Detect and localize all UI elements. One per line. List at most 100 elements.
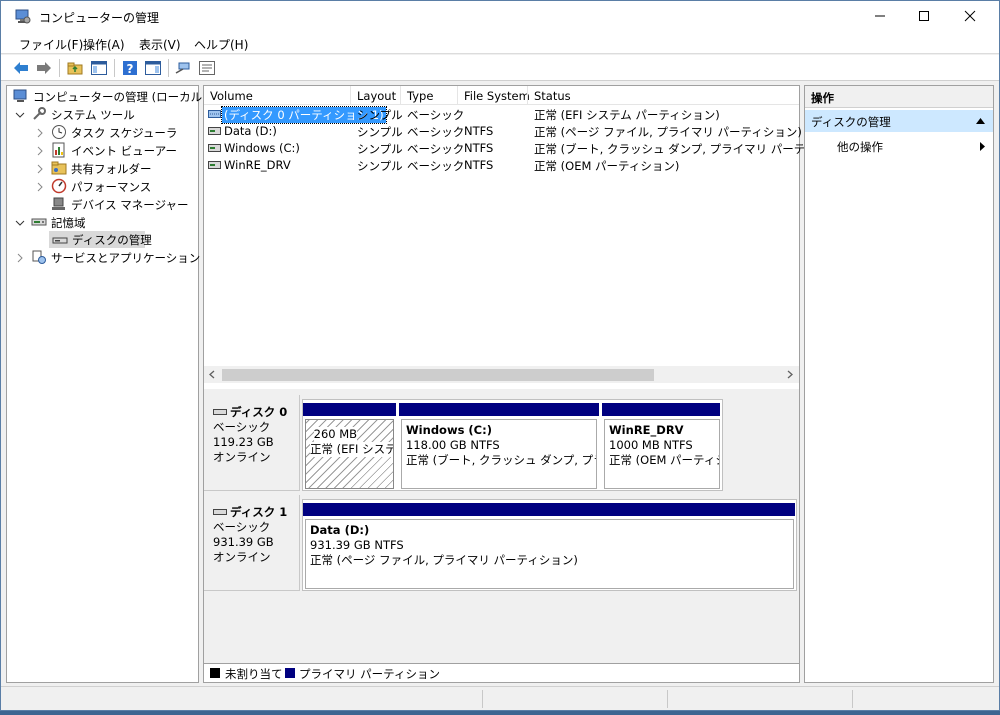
- volume-layout: シンプル: [357, 159, 403, 173]
- collapse-up-icon[interactable]: [976, 118, 985, 124]
- action-more-actions[interactable]: 他の操作: [805, 136, 993, 156]
- connect-button[interactable]: [174, 59, 192, 77]
- forward-button[interactable]: [35, 59, 53, 77]
- scrollbar-thumb[interactable]: [222, 369, 654, 381]
- back-button[interactable]: [12, 59, 30, 77]
- menu-help[interactable]: ヘルプ(H): [194, 36, 248, 53]
- actions-section-label: ディスクの管理: [811, 115, 891, 129]
- computer-management-window: コンピューターの管理 ファイル(F) 操作(A) 表示(V) ヘルプ(H) ? …: [0, 0, 1000, 711]
- chevron-down-icon[interactable]: [15, 218, 25, 228]
- disk-name: ディスク 0: [230, 405, 288, 419]
- disk-size: 931.39 GB: [213, 535, 274, 549]
- show-hide-action-pane-button[interactable]: [144, 59, 162, 77]
- title-bar[interactable]: コンピューターの管理: [1, 1, 999, 32]
- services-apps-icon: [32, 250, 46, 264]
- tree-label-task-scheduler: タスク スケジューラ: [71, 125, 178, 140]
- show-hide-console-tree-button[interactable]: [90, 59, 108, 77]
- tree-item-device-manager[interactable]: デバイス マネージャー: [35, 196, 189, 213]
- volume-icon: [208, 161, 221, 169]
- properties-button[interactable]: [198, 59, 216, 77]
- volume-row[interactable]: Data (D:) シンプル ベーシック NTFS 正常 (ページ ファイル, …: [204, 123, 802, 140]
- help-icon: ?: [123, 61, 137, 76]
- toolbar: ?: [1, 55, 999, 81]
- show-hide-console-tree-icon: [91, 61, 107, 75]
- tree-item-disk-management[interactable]: ディスクの管理: [49, 231, 152, 248]
- partition-efi[interactable]: 260 MB 正常 (EFI システム パーティション): [305, 419, 394, 489]
- column-header-status[interactable]: Status: [534, 89, 571, 103]
- volume-icon: [208, 127, 221, 135]
- column-header-file-system[interactable]: File System: [464, 89, 530, 103]
- chevron-right-icon[interactable]: [35, 128, 45, 138]
- volume-type: ベーシック: [407, 159, 465, 173]
- disk-map: ディスク 0 ベーシック 119.23 GB オンライン 260 MB 正常 (…: [204, 395, 799, 665]
- column-header-volume[interactable]: Volume: [210, 89, 253, 103]
- menu-action[interactable]: 操作(A): [83, 36, 125, 53]
- disk-1-label[interactable]: ディスク 1 ベーシック 931.39 GB オンライン: [204, 495, 300, 591]
- volume-name: WinRE_DRV: [224, 158, 291, 172]
- horizontal-scrollbar[interactable]: [204, 366, 799, 383]
- tree-item-event-viewer[interactable]: イベント ビューアー: [35, 142, 177, 159]
- disk-state: オンライン: [213, 550, 271, 564]
- minimize-button[interactable]: [857, 1, 903, 31]
- system-tools-icon: [33, 107, 46, 120]
- close-button[interactable]: [947, 1, 993, 31]
- chevron-right-icon[interactable]: [35, 164, 45, 174]
- volume-fs: NTFS: [464, 158, 494, 172]
- partition-windows[interactable]: Windows (C:) 118.00 GB NTFS 正常 (ブート, クラッ…: [401, 419, 597, 489]
- menu-file[interactable]: ファイル(F): [19, 36, 83, 53]
- computer-management-icon: [13, 89, 27, 102]
- tree-item-storage[interactable]: 記憶域: [15, 214, 86, 231]
- disk-icon: [213, 509, 227, 515]
- tree-item-system-tools[interactable]: システム ツール: [15, 106, 135, 123]
- volume-type: ベーシック: [407, 125, 465, 139]
- volume-name: Data (D:): [224, 124, 277, 138]
- disk-type: ベーシック: [213, 420, 271, 434]
- chevron-right-icon[interactable]: [35, 182, 45, 192]
- volume-icon: [208, 144, 221, 152]
- chevron-down-icon[interactable]: [15, 110, 25, 120]
- chevron-right-icon[interactable]: [15, 253, 25, 263]
- primary-swatch: [285, 668, 295, 678]
- column-header-layout[interactable]: Layout: [357, 89, 396, 103]
- menu-view[interactable]: 表示(V): [139, 36, 181, 53]
- scroll-right-icon[interactable]: [786, 370, 794, 379]
- tree-item-performance[interactable]: パフォーマンス: [35, 178, 151, 195]
- partition-data[interactable]: Data (D:) 931.39 GB NTFS 正常 (ページ ファイル, プ…: [305, 519, 794, 589]
- computer-management-icon: [15, 9, 31, 24]
- shared-folder-icon: [51, 161, 67, 175]
- actions-pane: 操作 ディスクの管理 他の操作: [804, 85, 994, 683]
- menu-bar: ファイル(F) 操作(A) 表示(V) ヘルプ(H): [1, 32, 999, 54]
- partition-size: 1000 MB NTFS: [609, 438, 693, 452]
- performance-icon: [51, 178, 67, 194]
- volume-list-header: Volume Layout Type File System Status: [204, 86, 799, 105]
- volume-row[interactable]: (ディスク 0 パーティション 1) シンプル ベーシック 正常 (EFI シス…: [204, 106, 799, 124]
- scroll-left-icon[interactable]: [208, 370, 216, 379]
- tree-item-services-apps[interactable]: サービスとアプリケーション: [15, 249, 200, 266]
- help-button[interactable]: ?: [121, 59, 139, 77]
- disk-0-label[interactable]: ディスク 0 ベーシック 119.23 GB オンライン: [204, 395, 300, 491]
- properties-icon: [199, 61, 215, 75]
- partition-winre[interactable]: WinRE_DRV 1000 MB NTFS 正常 (OEM パーティション): [604, 419, 720, 489]
- chevron-right-icon[interactable]: [35, 146, 45, 156]
- volume-row[interactable]: Windows (C:) シンプル ベーシック NTFS 正常 (ブート, クラ…: [204, 140, 855, 157]
- tree-item-shared-folders[interactable]: 共有フォルダー: [35, 160, 152, 177]
- actions-header: 操作: [805, 86, 993, 108]
- tree-item-task-scheduler[interactable]: タスク スケジューラ: [35, 124, 177, 141]
- tree-item-root[interactable]: コンピューターの管理 (ローカル): [13, 88, 207, 105]
- console-tree: コンピューターの管理 (ローカル) システム ツール タスク スケジューラ イベ…: [6, 85, 207, 683]
- column-header-type[interactable]: Type: [407, 89, 433, 103]
- status-bar: [1, 686, 999, 710]
- disk-size: 119.23 GB: [213, 435, 274, 449]
- volume-row[interactable]: WinRE_DRV シンプル ベーシック NTFS 正常 (OEM パーティショ…: [204, 157, 799, 174]
- up-folder-button[interactable]: [66, 59, 84, 77]
- legend-primary: プライマリ パーティション: [299, 667, 440, 681]
- legend-unallocated: 未割り当て: [225, 667, 283, 681]
- actions-section-disk-management[interactable]: ディスクの管理: [805, 110, 993, 132]
- partition-size: 931.39 GB NTFS: [310, 538, 404, 552]
- disk-management-icon: [52, 237, 68, 244]
- chevron-right-icon: [980, 142, 985, 151]
- disk-type: ベーシック: [213, 520, 271, 534]
- maximize-button[interactable]: [901, 1, 947, 31]
- volume-layout: シンプル: [357, 142, 403, 156]
- partition-bar-winre: [602, 403, 720, 416]
